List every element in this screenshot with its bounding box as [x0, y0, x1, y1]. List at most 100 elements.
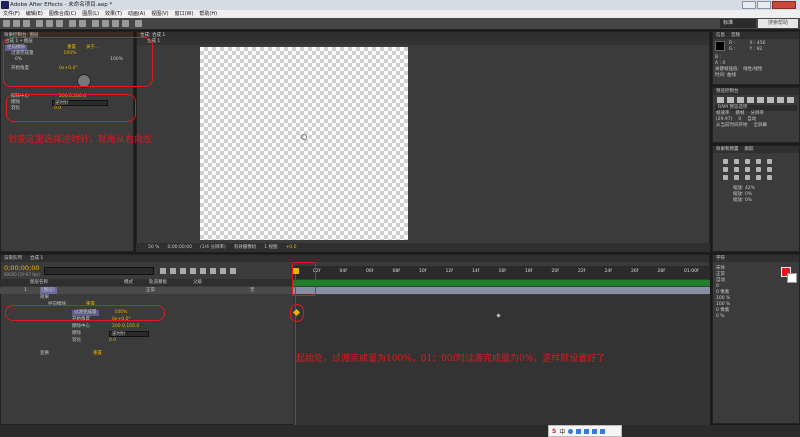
close-button[interactable]	[772, 1, 796, 9]
layer-name[interactable]: [图层]	[40, 287, 57, 294]
ime-moon-icon[interactable]	[568, 428, 574, 434]
grid-cell[interactable]	[767, 167, 772, 172]
menu-effect[interactable]: 效果(T)	[105, 10, 122, 18]
grid-cell[interactable]	[756, 159, 761, 164]
menu-file[interactable]: 文件(F)	[3, 10, 20, 18]
exposure-value[interactable]: +0.0	[286, 243, 297, 252]
pen-tool-icon[interactable]	[79, 20, 86, 27]
menu-layer[interactable]: 图层(L)	[82, 10, 99, 18]
first-frame-icon[interactable]	[717, 97, 724, 103]
transform-reset-link[interactable]: 重置	[93, 351, 102, 357]
mask-tool-icon[interactable]	[69, 20, 76, 27]
grid-cell[interactable]	[734, 159, 739, 164]
grid-cell[interactable]	[745, 167, 750, 172]
grid-cell[interactable]	[723, 159, 728, 164]
tsume-field[interactable]: 0 %	[716, 314, 796, 320]
text-tool-icon[interactable]	[92, 20, 99, 27]
brainstorm-icon[interactable]	[210, 268, 216, 274]
minimize-button[interactable]	[742, 1, 756, 9]
menu-help[interactable]: 帮助(H)	[199, 10, 217, 18]
views-dropdown[interactable]: 1 视图	[264, 243, 277, 252]
effects-presets-tab[interactable]: 效果和预置	[716, 146, 739, 153]
menu-window[interactable]: 窗口(W)	[175, 10, 194, 18]
menu-animation[interactable]: 动画(A)	[128, 10, 145, 18]
grid-cell[interactable]	[756, 167, 761, 172]
transform-label[interactable]: 变换	[40, 351, 49, 357]
prev-frame-icon[interactable]	[727, 97, 734, 103]
sogou-icon[interactable]: S	[552, 428, 556, 435]
col-mode[interactable]: 模式	[124, 279, 133, 286]
info-tab[interactable]: 信息	[716, 32, 725, 39]
zoom-tool-icon[interactable]	[23, 20, 30, 27]
stroke-color-swatch[interactable]	[787, 273, 797, 283]
ime-toolbar[interactable]: S 中	[548, 425, 622, 437]
timeline-timecode[interactable]: 0;00;00;00	[4, 264, 40, 272]
layer-duration-bar[interactable]	[293, 287, 710, 294]
grid-cell[interactable]	[745, 159, 750, 164]
workspace-selector[interactable]: 标准	[720, 19, 756, 28]
work-area-bar[interactable]	[293, 280, 710, 286]
full-screen-checkbox[interactable]: 全屏幕	[754, 123, 768, 129]
ime-skin-icon[interactable]	[592, 428, 598, 434]
composition-canvas[interactable]	[200, 47, 408, 240]
zoom-dropdown[interactable]: 50 %	[148, 243, 159, 252]
grid-cell[interactable]	[745, 175, 750, 180]
layer-mode-dropdown[interactable]: 正常	[146, 287, 155, 294]
frame-blending-icon[interactable]	[190, 268, 196, 274]
ime-mode-label[interactable]: 中	[559, 427, 565, 436]
next-frame-icon[interactable]	[747, 97, 754, 103]
play-icon[interactable]	[737, 97, 744, 103]
comp-mini-flowchart-icon[interactable]	[160, 268, 166, 274]
prop-center-value[interactable]: 200.0,150.0	[112, 324, 139, 330]
loop-icon[interactable]	[777, 97, 784, 103]
grid-cell[interactable]	[723, 175, 728, 180]
grid-cell[interactable]	[734, 175, 739, 180]
audio-icon[interactable]	[767, 97, 774, 103]
draft-3d-icon[interactable]	[170, 268, 176, 274]
grid-cell[interactable]	[767, 159, 772, 164]
layer-row[interactable]: 1 [图层] 正常 无	[0, 287, 292, 294]
resolution-dropdown[interactable]: (1/4 分辨率)	[200, 243, 226, 252]
grid-cell[interactable]	[723, 167, 728, 172]
composition-subtab[interactable]: 合成 1	[137, 39, 709, 45]
col-layer-name[interactable]: 图层名称	[30, 279, 48, 286]
tracker-tab[interactable]: 跟踪	[745, 146, 754, 153]
rotate-tool-icon[interactable]	[36, 20, 43, 27]
camera-tool-icon[interactable]	[46, 20, 53, 27]
comp-timecode[interactable]: 0;00;00;00	[167, 243, 192, 252]
grid-cell[interactable]	[767, 175, 772, 180]
col-parent[interactable]: 父级	[193, 279, 202, 286]
from-current-time-checkbox[interactable]: 从当前时间开始	[716, 123, 748, 129]
ime-keyboard-icon[interactable]	[584, 428, 590, 434]
shy-icon[interactable]	[180, 268, 186, 274]
pan-behind-tool-icon[interactable]	[56, 20, 63, 27]
ime-tools-icon[interactable]	[600, 428, 606, 434]
render-queue-tab[interactable]: 渲染队列	[4, 255, 22, 262]
prop-wipe-dropdown[interactable]: 逆时针	[109, 331, 149, 337]
timeline-comp-tab[interactable]: 合成 1	[30, 255, 43, 262]
auto-keyframe-icon[interactable]	[220, 268, 226, 274]
menu-edit[interactable]: 编辑(E)	[26, 10, 43, 18]
col-trkmat[interactable]: 轨道蒙板	[149, 279, 167, 286]
composition-tab[interactable]: 合成: 合成 1	[137, 32, 709, 39]
eraser-tool-icon[interactable]	[122, 20, 129, 27]
timeline-search-input[interactable]	[44, 267, 154, 275]
menu-view[interactable]: 视图(V)	[151, 10, 168, 18]
motion-blur-icon[interactable]	[200, 268, 206, 274]
menu-composition[interactable]: 图像合成(C)	[49, 10, 76, 18]
ram-preview-icon[interactable]	[787, 97, 794, 103]
help-search-input[interactable]: 搜索帮助	[758, 19, 798, 28]
effects-group-label[interactable]: 效果	[40, 295, 49, 301]
brush-tool-icon[interactable]	[102, 20, 109, 27]
hand-tool-icon[interactable]	[13, 20, 20, 27]
grid-cell[interactable]	[734, 167, 739, 172]
grid-cell[interactable]	[756, 175, 761, 180]
camera-dropdown[interactable]: 有效摄像机	[234, 243, 257, 252]
layer-parent-dropdown[interactable]: 无	[250, 287, 255, 294]
audio-tab[interactable]: 音频	[731, 32, 740, 39]
puppet-tool-icon[interactable]	[135, 20, 142, 27]
prop-feather-value[interactable]: 0.0	[109, 338, 116, 344]
preview-tab[interactable]: 预览控制台	[713, 88, 799, 95]
graph-editor-icon[interactable]	[230, 268, 236, 274]
last-frame-icon[interactable]	[757, 97, 764, 103]
